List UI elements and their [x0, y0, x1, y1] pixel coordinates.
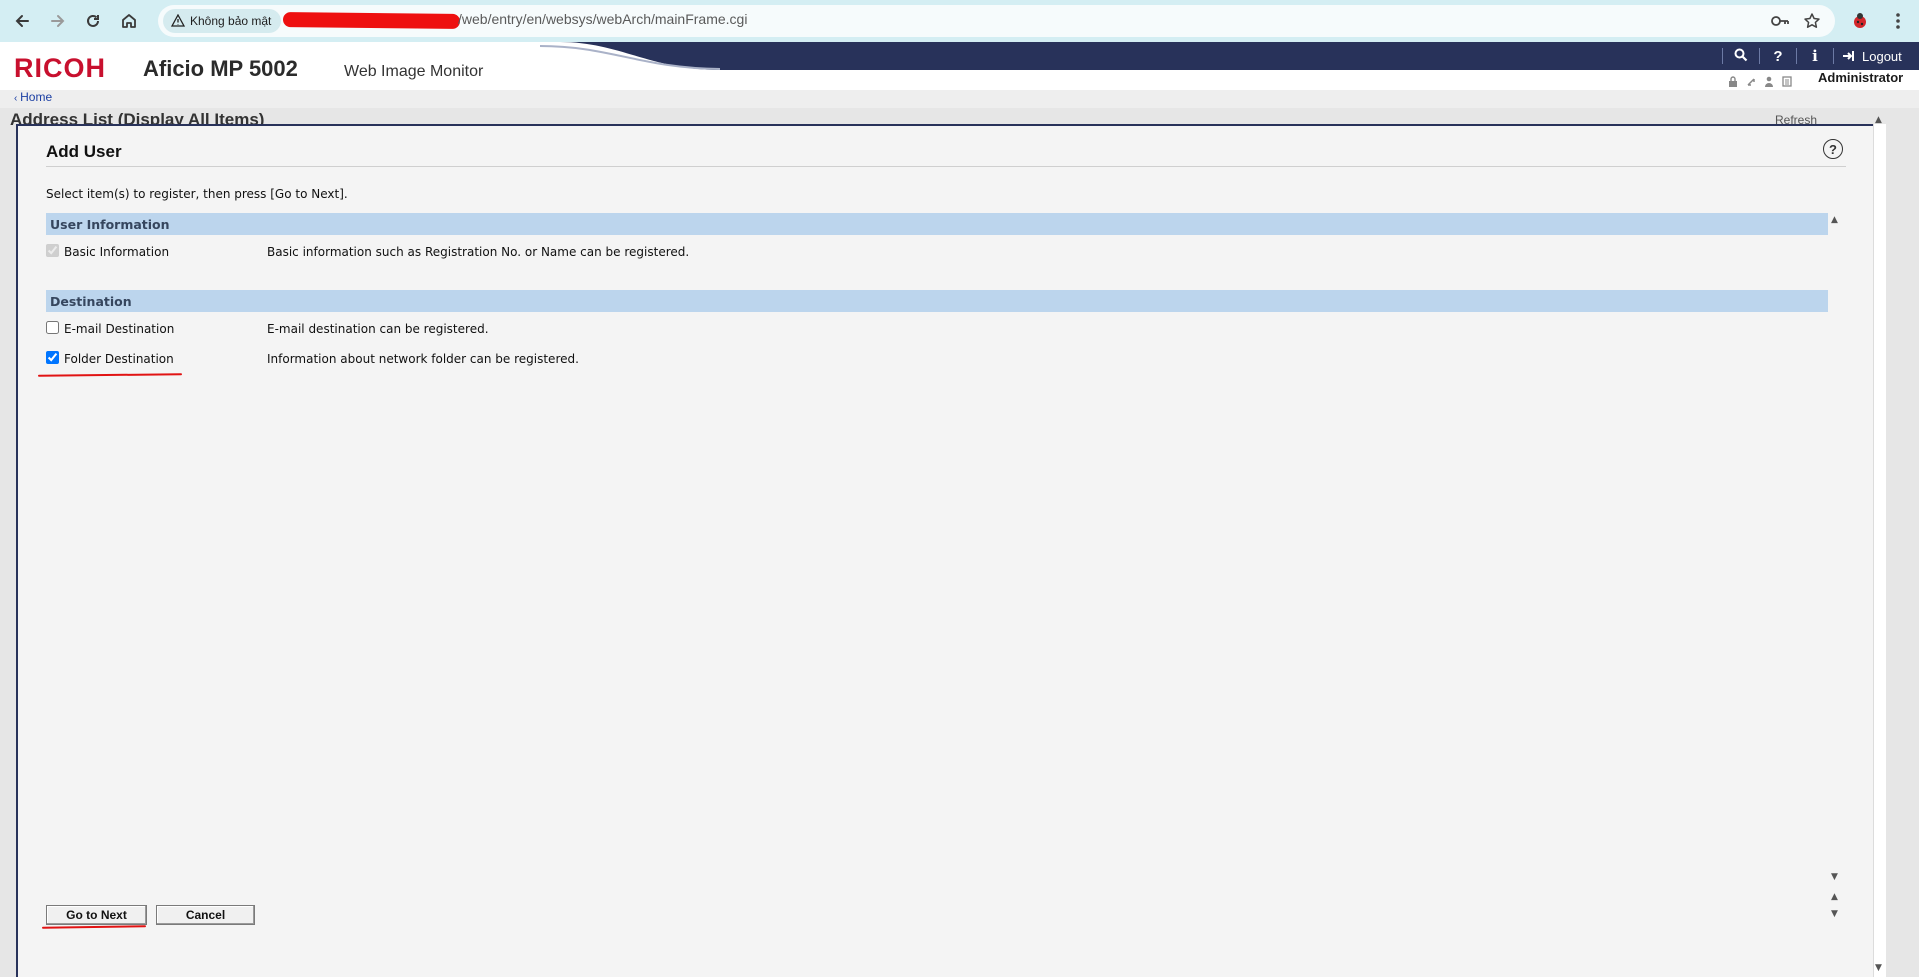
option-description: Basic information such as Registration N… [267, 245, 690, 259]
browser-menu-icon[interactable] [1886, 9, 1910, 33]
button-label: Go to Next [66, 908, 127, 922]
section-title: Destination [50, 294, 132, 309]
logout-button[interactable]: Logout [1834, 49, 1902, 64]
section-title: User Information [50, 217, 170, 232]
cancel-button[interactable]: Cancel [156, 905, 255, 925]
user-status-icon [1764, 72, 1774, 87]
product-name: Web Image Monitor [344, 63, 484, 80]
logout-label: Logout [1862, 48, 1902, 64]
bookmark-star-icon[interactable] [1800, 9, 1824, 33]
redacted-host [282, 12, 461, 29]
warning-icon [171, 14, 185, 27]
basic-information-checkbox [46, 244, 59, 257]
security-label: Không bảo mật [190, 14, 272, 28]
home-link-label: Home [20, 90, 53, 104]
url-text[interactable]: /web/entry/en/websys/webArch/mainFrame.c… [458, 11, 747, 27]
info-icon[interactable]: i [1797, 47, 1833, 65]
option-description: E-mail destination can be registered. [267, 322, 489, 336]
dialog-scrollbar-track[interactable] [1873, 124, 1886, 977]
status-icons [1728, 72, 1792, 87]
security-chip[interactable]: Không bảo mật [163, 9, 282, 33]
help-question-icon[interactable]: ? [1760, 48, 1796, 65]
logout-icon [1843, 51, 1854, 61]
scroll-down-arrow-icon[interactable]: ▼ [1831, 910, 1838, 919]
network-status-icon [1746, 72, 1756, 86]
option-label[interactable]: E-mail Destination [64, 322, 174, 336]
forward-icon[interactable] [45, 8, 71, 34]
help-icon[interactable]: ? [1823, 139, 1843, 159]
scroll-up-arrow-icon[interactable]: ▲ [1831, 216, 1838, 225]
dialog-title: Add User [46, 142, 122, 161]
password-key-icon[interactable] [1768, 9, 1792, 33]
home-icon[interactable] [116, 8, 142, 34]
section-header-user-information: User Information [46, 213, 1828, 235]
document-status-icon [1782, 72, 1792, 87]
section-header-destination: Destination [46, 290, 1828, 312]
breadcrumb-bar [0, 90, 1919, 108]
option-description: Information about network folder can be … [267, 352, 579, 366]
model-name: Aficio MP 5002 [143, 56, 298, 81]
folder-destination-checkbox[interactable] [46, 351, 59, 364]
scroll-down-arrow-icon[interactable]: ▼ [1831, 873, 1838, 882]
home-link[interactable]: ‹ Home [14, 90, 52, 104]
option-label: Basic Information [64, 245, 170, 259]
ricoh-logo: RICOH [14, 53, 106, 83]
title-divider [46, 166, 1846, 167]
button-label: Cancel [185, 908, 226, 922]
go-to-next-button[interactable]: Go to Next [46, 905, 147, 925]
scroll-down-arrow-icon[interactable]: ▼ [1875, 964, 1882, 973]
current-user: Administrator [1818, 70, 1904, 85]
back-icon[interactable] [9, 8, 35, 34]
scroll-up-arrow-icon[interactable]: ▲ [1875, 116, 1882, 125]
extension-ladybug-icon[interactable] [1848, 9, 1872, 33]
scroll-up-arrow-icon[interactable]: ▲ [1831, 893, 1838, 902]
option-label[interactable]: Folder Destination [64, 352, 174, 366]
header-tools: ? i Logout [1722, 46, 1902, 66]
reload-icon[interactable] [80, 8, 106, 34]
search-icon[interactable] [1723, 48, 1759, 65]
lock-status-icon [1728, 72, 1738, 87]
instruction-text: Select item(s) to register, then press [… [46, 187, 348, 201]
email-destination-checkbox[interactable] [46, 321, 59, 334]
